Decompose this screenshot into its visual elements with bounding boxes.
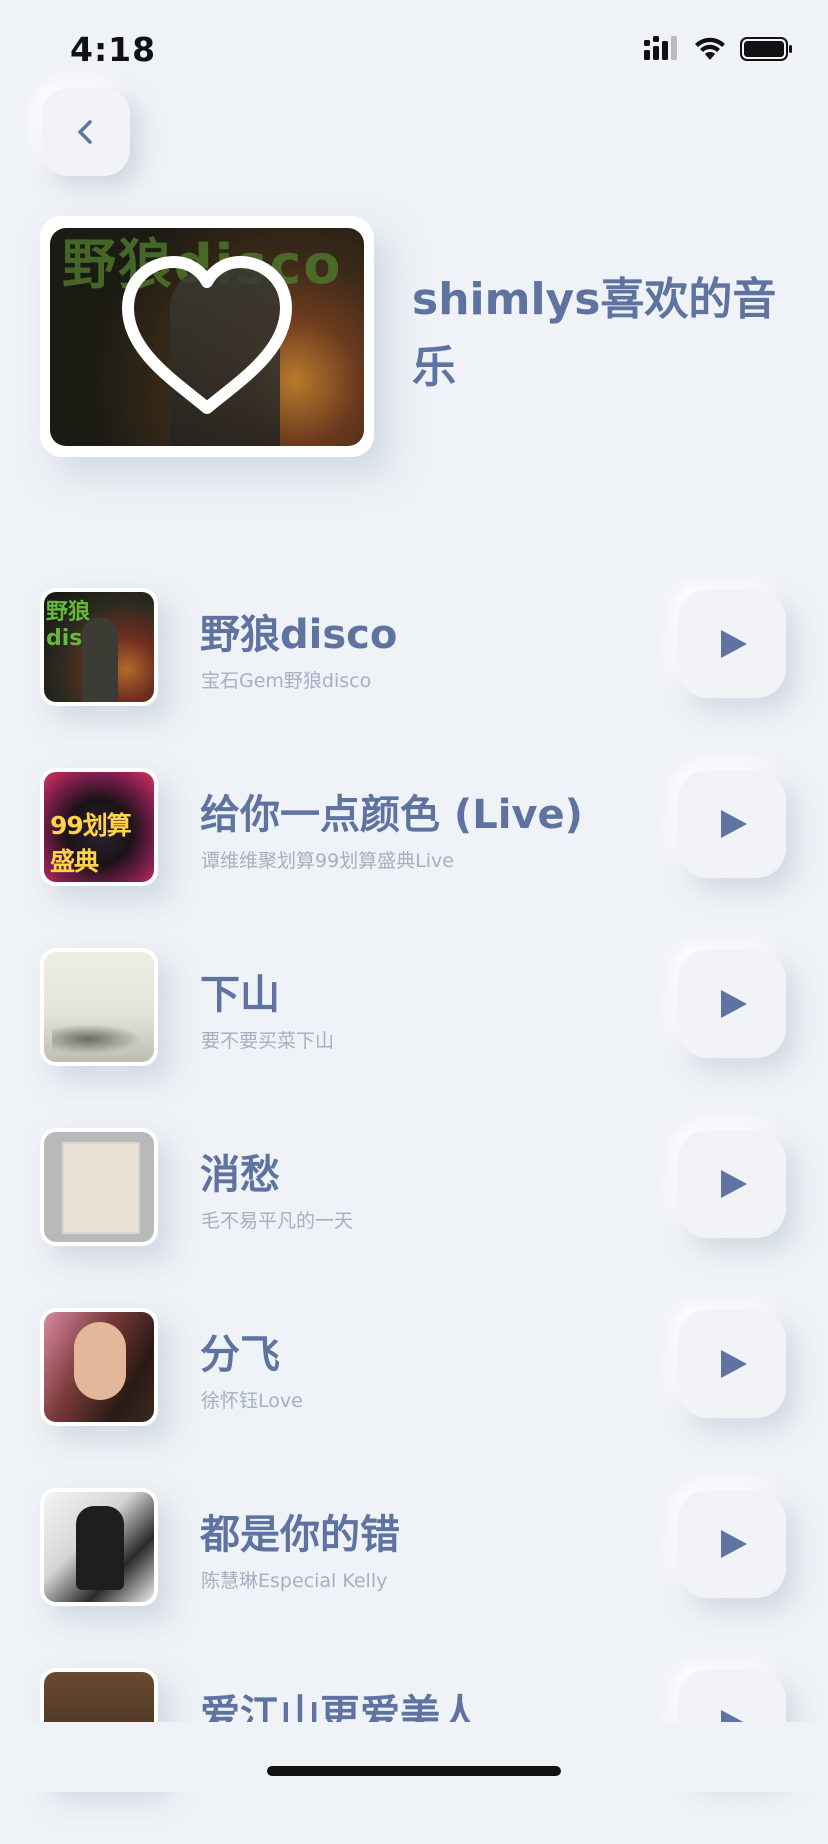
song-artist: 谭维维聚划算99划算盛典Live [201, 850, 454, 872]
heart-outline-icon [122, 256, 292, 414]
play-icon [721, 810, 747, 838]
album-art-image [44, 1312, 154, 1422]
song-artist: 陈慧琳Especial Kelly [201, 1570, 388, 1592]
play-button[interactable] [678, 770, 786, 878]
status-icons [644, 36, 794, 62]
song-artist: 要不要买菜下山 [201, 1030, 335, 1052]
album-art-ink [52, 1024, 142, 1054]
playlist-title: shimlys喜欢的音乐 [412, 274, 777, 393]
song-row[interactable]: 消愁 毛不易平凡的一天 [0, 1124, 828, 1304]
song-artist: 毛不易平凡的一天 [201, 1210, 354, 1232]
play-button[interactable] [678, 1130, 786, 1238]
album-art-text: 99划算盛典 [50, 811, 132, 876]
battery-icon [740, 37, 792, 61]
album-art-image [44, 952, 154, 1062]
play-icon [721, 1350, 747, 1378]
play-button[interactable] [678, 1310, 786, 1418]
album-art-figure [76, 1506, 124, 1590]
play-button[interactable] [678, 1490, 786, 1598]
album-art-image [44, 1492, 154, 1602]
song-list: 野狼disco 野狼disco 宝石Gem野狼disco 99划算盛典 给你一点… [0, 584, 828, 1844]
home-indicator[interactable] [267, 1766, 561, 1776]
status-bar: 4:18 [0, 0, 828, 100]
song-artist: 宝石Gem野狼disco [201, 670, 372, 692]
album-art-image [44, 1132, 154, 1242]
play-icon [721, 1170, 747, 1198]
album-art [40, 1128, 158, 1246]
song-row[interactable]: 野狼disco 野狼disco 宝石Gem野狼disco [0, 584, 828, 764]
play-icon [721, 1530, 747, 1558]
album-art [40, 948, 158, 1066]
playlist-cover: 野狼disco [40, 216, 374, 457]
album-art: 99划算盛典 [40, 768, 158, 886]
song-row[interactable]: 都是你的错 陈慧琳Especial Kelly [0, 1484, 828, 1664]
signal-icon [644, 36, 677, 60]
song-title: 给你一点颜色 (Live) [200, 792, 583, 838]
song-row[interactable]: 99划算盛典 给你一点颜色 (Live) 谭维维聚划算99划算盛典Live [0, 764, 828, 944]
song-title: 下山 [200, 972, 280, 1018]
song-title: 分飞 [200, 1332, 280, 1378]
song-title: 野狼disco [200, 612, 398, 658]
play-button[interactable] [678, 950, 786, 1058]
song-title: 消愁 [200, 1152, 280, 1198]
play-button[interactable] [678, 590, 786, 698]
album-art [40, 1308, 158, 1426]
song-row[interactable]: 分飞 徐怀钰Love [0, 1304, 828, 1484]
song-row[interactable]: 下山 要不要买菜下山 [0, 944, 828, 1124]
play-icon [721, 630, 747, 658]
bottom-safe-area [0, 1722, 828, 1792]
album-art [40, 1488, 158, 1606]
song-title: 都是你的错 [200, 1512, 400, 1558]
album-art-image: 99划算盛典 [44, 772, 154, 882]
play-icon [721, 990, 747, 1018]
album-art-face [74, 1322, 126, 1400]
wifi-icon [695, 37, 725, 60]
song-artist: 徐怀钰Love [201, 1390, 303, 1412]
status-time: 4:18 [70, 30, 157, 69]
album-art-card [62, 1142, 140, 1234]
album-art-image: 野狼disco [44, 592, 154, 702]
playlist-cover-art: 野狼disco [50, 228, 364, 446]
back-button[interactable] [42, 88, 130, 176]
chevron-left-icon [78, 120, 92, 144]
album-art-figure [82, 618, 118, 702]
album-art: 野狼disco [40, 588, 158, 706]
